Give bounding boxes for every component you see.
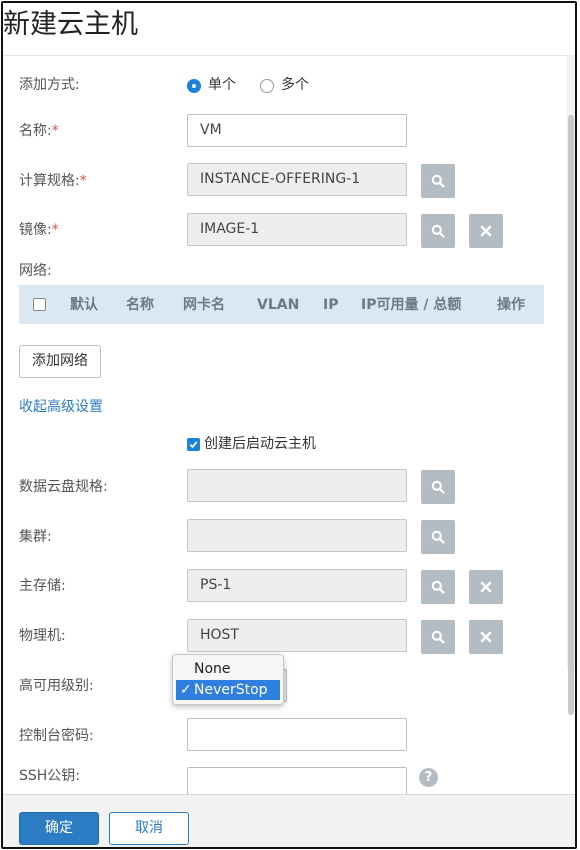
start-after-create-checkbox[interactable] [187,438,200,451]
search-icon [431,174,445,188]
ha-level-dropdown[interactable]: None ✓ NeverStop [172,654,284,705]
network-select-all-checkbox[interactable] [33,298,46,311]
ha-level-label: 高可用级别: [19,678,94,694]
host-clear-button[interactable] [469,620,503,654]
scrollbar-thumb[interactable] [568,115,574,715]
host-field[interactable]: HOST [187,619,407,652]
search-icon [431,224,445,238]
network-label: 网络: [19,263,52,279]
search-icon [431,630,445,644]
column-vlan: VLAN [257,297,300,313]
help-icon[interactable]: ? [419,768,438,787]
data-disk-offering-search-button[interactable] [421,470,455,504]
primary-storage-clear-button[interactable] [469,570,503,604]
checkmark-icon: ✓ [180,682,192,698]
column-ip-quota: IP可用量 / 总额 [361,297,462,313]
console-password-label: 控制台密码: [19,728,94,744]
name-input[interactable]: VM [187,114,407,147]
column-actions: 操作 [497,297,525,313]
instance-offering-label: 计算规格:* [19,173,87,189]
network-table-header: 默认 名称 网卡名 VLAN IP IP可用量 / 总额 操作 [19,285,544,324]
collapse-advanced-link[interactable]: 收起高级设置 [19,398,103,416]
cluster-field[interactable] [187,519,407,552]
primary-storage-search-button[interactable] [421,570,455,604]
search-icon [431,530,445,544]
ssh-key-label: SSH公钥: [19,768,81,784]
add-mode-single-label[interactable]: 单个 [208,76,236,94]
column-nic-name: 网卡名 [183,297,225,313]
image-clear-button[interactable] [469,214,503,248]
cluster-search-button[interactable] [421,520,455,554]
instance-offering-search-button[interactable] [421,164,455,198]
start-after-create-label[interactable]: 创建后启动云主机 [204,435,316,453]
search-icon [431,480,445,494]
ha-level-option-label: NeverStop [194,682,268,698]
image-label: 镜像:* [19,222,59,238]
image-search-button[interactable] [421,214,455,248]
close-icon [480,631,492,643]
add-mode-label: 添加方式: [19,77,80,93]
close-icon [480,581,492,593]
confirm-button[interactable]: 确定 [19,812,99,845]
image-field[interactable]: IMAGE-1 [187,213,407,246]
ha-level-option-none[interactable]: None [176,659,280,679]
host-label: 物理机: [19,628,66,644]
close-icon [480,225,492,237]
add-mode-single-radio[interactable] [187,79,201,93]
checkmark-icon [189,441,198,449]
column-ip: IP [323,297,339,313]
name-label: 名称:* [19,123,59,139]
title-divider [3,55,575,56]
cancel-button[interactable]: 取消 [109,812,189,845]
primary-storage-label: 主存储: [19,578,66,594]
instance-offering-field[interactable]: INSTANCE-OFFERING-1 [187,163,407,196]
cluster-label: 集群: [19,529,52,545]
primary-storage-field[interactable]: PS-1 [187,569,407,602]
dialog-footer: 确定 取消 [3,794,575,847]
ha-level-option-neverstop[interactable]: ✓ NeverStop [176,680,280,700]
host-search-button[interactable] [421,620,455,654]
add-mode-multiple-radio[interactable] [260,79,274,93]
column-default: 默认 [70,297,98,313]
add-mode-multiple-label[interactable]: 多个 [281,76,309,94]
scrollbar-track[interactable] [567,55,575,715]
data-disk-offering-field[interactable] [187,469,407,502]
search-icon [431,580,445,594]
create-vm-dialog: 新建云主机 添加方式: 单个 多个 名称:* VM 计算规格:* INSTANC… [1,1,577,849]
console-password-input[interactable] [187,718,407,751]
dialog-title: 新建云主机 [3,9,138,40]
add-network-button[interactable]: 添加网络 [19,345,101,378]
column-name: 名称 [126,297,154,313]
data-disk-offering-label: 数据云盘规格: [19,479,108,495]
